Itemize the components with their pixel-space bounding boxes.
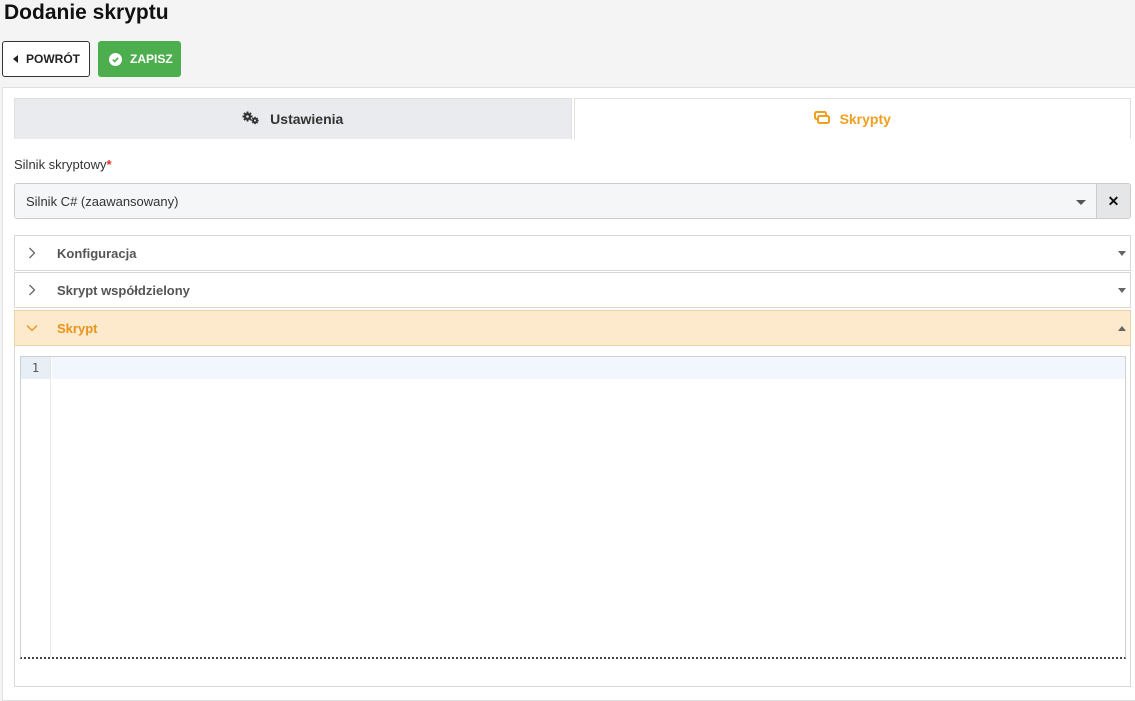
code-editor[interactable]: 1 <box>20 356 1126 659</box>
tab-bar: Ustawienia Skrypty <box>14 98 1131 139</box>
save-button[interactable]: ZAPISZ <box>98 41 181 77</box>
accordion-script[interactable]: Skrypt <box>14 310 1131 346</box>
accordion-script-label: Skrypt <box>57 320 98 336</box>
back-button[interactable]: POWRÓT <box>2 41 90 77</box>
editor-gutter: 1 <box>21 357 51 657</box>
line-number: 1 <box>21 357 50 379</box>
required-marker: * <box>106 157 112 172</box>
script-engine-label-text: Silnik skryptowy <box>14 157 107 172</box>
caret-down-icon <box>1076 200 1086 205</box>
page-title: Dodanie skryptu <box>4 1 169 24</box>
chevron-right-icon <box>19 284 45 296</box>
accordion-konfiguracja-label: Konfiguracja <box>57 245 137 261</box>
gears-icon <box>242 111 260 128</box>
check-circle-icon <box>109 52 122 66</box>
triangle-down-icon <box>1118 250 1126 256</box>
tab-settings[interactable]: Ustawienia <box>14 98 572 139</box>
save-button-label: ZAPISZ <box>130 52 173 66</box>
close-icon: ✕ <box>1107 192 1120 209</box>
tab-scripts[interactable]: Skrypty <box>573 98 1131 139</box>
scripts-icon <box>813 111 830 127</box>
editor-active-line[interactable] <box>52 357 1125 379</box>
chevron-right-icon <box>19 247 45 259</box>
accordion-script-body: 1 <box>14 346 1131 687</box>
accordion-shared-script-label: Skrypt współdzielony <box>57 282 190 298</box>
accordion-konfiguracja[interactable]: Konfiguracja <box>14 235 1131 271</box>
toolbar: POWRÓT ZAPISZ <box>2 41 181 77</box>
script-engine-select: Silnik C# (zaawansowany) ✕ <box>14 183 1131 219</box>
triangle-down-icon <box>1118 287 1126 293</box>
chevron-down-icon <box>19 324 45 332</box>
main-panel: Ustawienia Skrypty Silnik skryptowy* Sil… <box>2 87 1135 701</box>
triangle-up-icon <box>1118 325 1126 331</box>
back-button-label: POWRÓT <box>26 52 80 66</box>
tab-scripts-label: Skrypty <box>839 111 891 127</box>
accordion-shared-script[interactable]: Skrypt współdzielony <box>14 272 1131 308</box>
clear-selection-button[interactable]: ✕ <box>1096 184 1130 218</box>
script-engine-label: Silnik skryptowy* <box>14 157 112 172</box>
script-engine-dropdown[interactable]: Silnik C# (zaawansowany) <box>15 184 1096 218</box>
tab-settings-label: Ustawienia <box>270 111 344 127</box>
caret-left-icon <box>13 55 18 63</box>
script-engine-value: Silnik C# (zaawansowany) <box>26 193 179 209</box>
